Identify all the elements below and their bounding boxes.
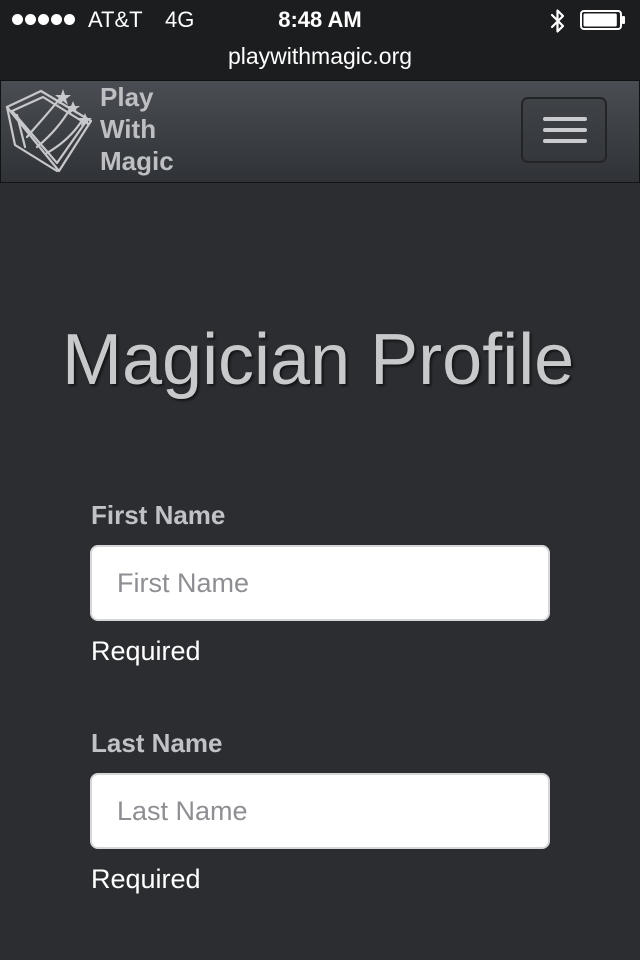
status-row: AT&T 4G 8:48 AM: [0, 0, 640, 40]
battery-icon: [580, 10, 625, 30]
hamburger-icon: [543, 117, 587, 121]
menu-toggle-button[interactable]: [521, 97, 607, 163]
bluetooth-icon: [550, 9, 565, 33]
brand-line-magic: Magic: [100, 146, 174, 176]
first-name-input[interactable]: [90, 545, 550, 621]
hamburger-icon: [543, 139, 587, 143]
magic-book-icon: [5, 89, 93, 173]
navbar: Play With Magic: [0, 80, 640, 183]
last-name-help-text: Required: [91, 864, 201, 894]
page-title: Magician Profile: [62, 320, 575, 400]
brand-name: Play With Magic: [100, 81, 200, 177]
status-time: 8:48 AM: [278, 7, 362, 32]
first-name-label: First Name: [91, 500, 226, 530]
brand-link[interactable]: Play With Magic: [1, 81, 191, 182]
brand-line-with: With: [100, 114, 157, 144]
first-name-help-text: Required: [91, 636, 201, 666]
brand-line-play: Play: [100, 82, 154, 112]
hamburger-icon: [543, 128, 587, 132]
last-name-label: Last Name: [91, 728, 223, 758]
last-name-input[interactable]: [90, 773, 550, 849]
address-bar[interactable]: playwithmagic.org: [0, 42, 640, 70]
status-bar: AT&T 4G 8:48 AM playwithmagic.org: [0, 0, 640, 80]
